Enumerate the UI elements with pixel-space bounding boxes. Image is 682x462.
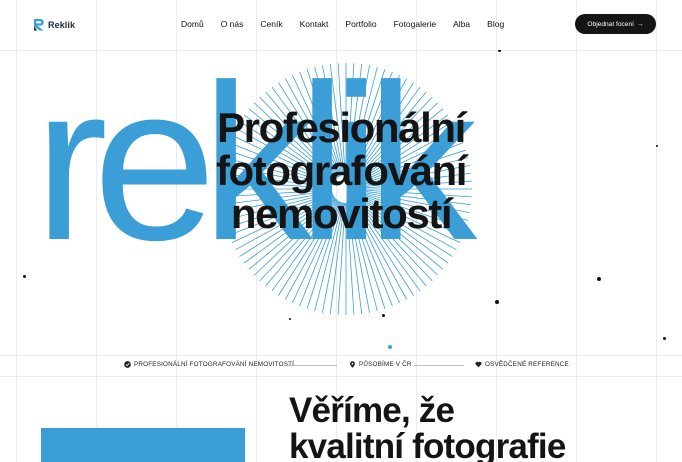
blue-image-block (41, 428, 245, 462)
nav-item-alba[interactable]: Alba (453, 19, 470, 29)
features-strip: PROFESIONÁLNÍ FOTOGRAFOVÁNÍ NEMOVITOSTÍ … (0, 355, 682, 375)
brand-logo[interactable]: Reklik (33, 18, 75, 31)
hero-title: Profesionální fotografování nemovitostí (150, 106, 532, 235)
hero-title-line-1: Profesionální (217, 104, 466, 151)
decor-dot (656, 145, 658, 147)
hero-section: reklik Profesionální fotografování nemov… (0, 50, 682, 355)
location-pin-icon (350, 361, 355, 368)
decor-dot (663, 337, 666, 340)
arrow-right-icon: → (636, 20, 644, 28)
nav-item-portfolio[interactable]: Portfolio (345, 19, 376, 29)
heart-icon (475, 361, 482, 368)
feature-location-label: PŮSOBÍME V ČR (359, 361, 412, 368)
site-header: Reklik Domů O nás Ceník Kontakt Portfoli… (0, 0, 682, 50)
hero-title-line-2: fotografování (215, 147, 468, 194)
hero-title-line-3: nemovitostí (230, 190, 453, 237)
features-divider (287, 365, 337, 366)
nav-item-cenik[interactable]: Ceník (260, 19, 282, 29)
nav-item-domu[interactable]: Domů (181, 19, 204, 29)
decor-dot (382, 314, 385, 317)
feature-references: OSVĚDČENÉ REFERENCE (475, 361, 569, 368)
feature-professional: PROFESIONÁLNÍ FOTOGRAFOVÁNÍ NEMOVITOSTÍ (124, 361, 294, 368)
feature-references-label: OSVĚDČENÉ REFERENCE (485, 361, 569, 368)
feature-professional-label: PROFESIONÁLNÍ FOTOGRAFOVÁNÍ NEMOVITOSTÍ (134, 361, 295, 368)
decor-dot (597, 277, 601, 281)
nav-item-fotogalerie[interactable]: Fotogalerie (394, 19, 437, 29)
about-section: Věříme, že kvalitní fotografie (0, 380, 682, 462)
reklik-logo-icon (34, 19, 44, 31)
about-title-line-1: Věříme, že (289, 391, 455, 430)
nav-item-o-nas[interactable]: O nás (221, 19, 244, 29)
decor-dot (23, 275, 26, 278)
nav-item-kontakt[interactable]: Kontakt (300, 19, 329, 29)
main-nav: Domů O nás Ceník Kontakt Portfolio Fotog… (181, 19, 504, 29)
decor-dot-blue (388, 345, 392, 349)
features-divider (414, 365, 464, 366)
order-photoshoot-button[interactable]: Objednat focení → (575, 14, 656, 34)
decor-dot (289, 318, 291, 320)
brand-name: Reklik (48, 19, 76, 30)
feature-location: PŮSOBÍME V ČR (349, 361, 412, 368)
about-title: Věříme, že kvalitní fotografie (289, 393, 669, 462)
decor-dot (498, 50, 501, 52)
about-title-line-2: kvalitní fotografie (289, 427, 566, 462)
nav-item-blog[interactable]: Blog (487, 19, 504, 29)
order-photoshoot-label: Objednat focení (587, 20, 634, 28)
decor-dot (495, 300, 499, 304)
check-circle-icon (124, 361, 131, 368)
